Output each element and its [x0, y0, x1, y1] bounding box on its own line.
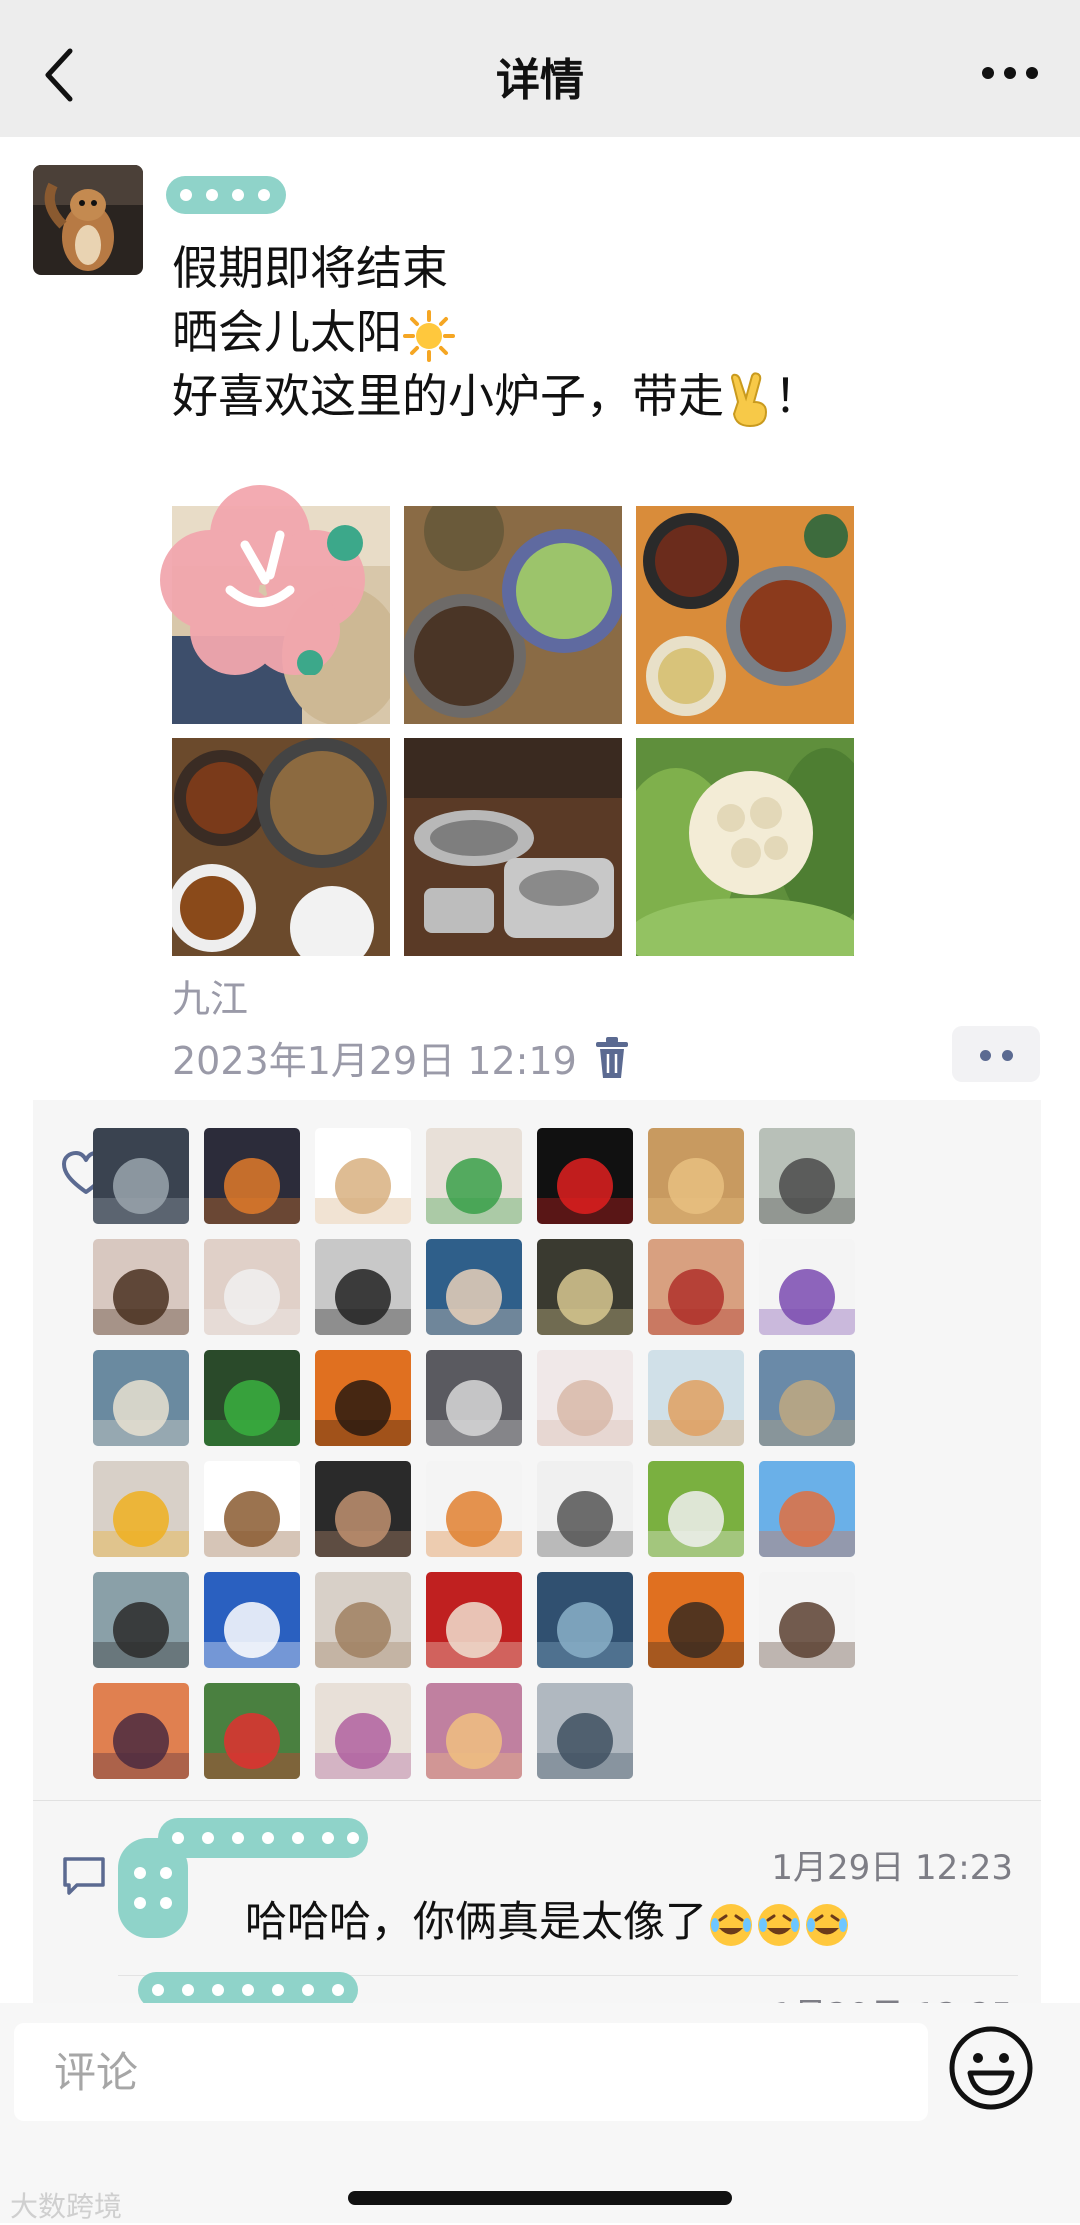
- liker-avatar[interactable]: [315, 1572, 411, 1668]
- photo-5[interactable]: [404, 738, 622, 956]
- liker-avatar[interactable]: [315, 1683, 411, 1779]
- liker-avatar[interactable]: [648, 1572, 744, 1668]
- liker-avatar[interactable]: [537, 1239, 633, 1335]
- comment-text[interactable]: 哈哈哈，你俩真是太像了: [245, 1888, 851, 1949]
- author-avatar[interactable]: [33, 165, 143, 275]
- comment-bar: 大数跨境: [0, 2003, 1080, 2223]
- liker-avatar[interactable]: [537, 1128, 633, 1224]
- post-line-3-end: ！: [774, 369, 820, 423]
- home-indicator: [348, 2191, 732, 2205]
- page-title: 详情: [496, 55, 584, 106]
- post-text: 假期即将结束 晒会儿太阳 好喜欢这里的小炉子，带走 ！: [172, 236, 820, 428]
- post-line-2: 晒会儿太阳: [172, 305, 402, 359]
- liker-avatar[interactable]: [204, 1461, 300, 1557]
- post-line-3: 好喜欢这里的小炉子，带走: [172, 369, 724, 423]
- laugh-cry-emoji-icon: [758, 1903, 801, 1946]
- nav-bar: 详情: [0, 0, 1080, 137]
- liker-avatar[interactable]: [204, 1572, 300, 1668]
- photo-6[interactable]: [636, 738, 854, 956]
- liker-avatar[interactable]: [93, 1572, 189, 1668]
- watermark-text: 大数跨境: [10, 2190, 123, 2223]
- liker-avatar[interactable]: [648, 1350, 744, 1446]
- likes-comments-panel: 1月29日 12:23 哈哈哈，你俩真是太像了 1月29日 12:25: [33, 1100, 1041, 2010]
- liker-avatar[interactable]: [426, 1239, 522, 1335]
- post-location[interactable]: 九江: [172, 968, 248, 1023]
- liker-avatar[interactable]: [648, 1461, 744, 1557]
- liker-avatar[interactable]: [537, 1461, 633, 1557]
- liker-avatar[interactable]: [315, 1350, 411, 1446]
- post-timestamp: 2023年1月29日 12:19: [172, 1039, 577, 1083]
- liker-avatar[interactable]: [426, 1350, 522, 1446]
- comment-input[interactable]: [14, 2023, 928, 2121]
- divider: [33, 1800, 1041, 1801]
- liker-avatar[interactable]: [759, 1239, 855, 1335]
- liker-avatar[interactable]: [537, 1683, 633, 1779]
- liker-avatar[interactable]: [93, 1128, 189, 1224]
- photo-2[interactable]: [404, 506, 622, 724]
- comment-time: 1月29日 12:23: [771, 1848, 1013, 1888]
- liker-avatar[interactable]: [315, 1128, 411, 1224]
- flower-sticker-icon: [160, 485, 365, 675]
- liker-avatar[interactable]: [204, 1350, 300, 1446]
- liker-avatar[interactable]: [93, 1350, 189, 1446]
- laugh-cry-emoji-icon: [710, 1903, 753, 1946]
- dot: [1002, 1050, 1013, 1061]
- liker-avatar[interactable]: [315, 1461, 411, 1557]
- liker-avatar[interactable]: [204, 1683, 300, 1779]
- emoji-smiley-icon[interactable]: [948, 2025, 1034, 2111]
- comment-body: 哈哈哈，你俩真是太像了: [245, 1897, 708, 1946]
- liker-avatar[interactable]: [426, 1683, 522, 1779]
- like-comment-menu-button[interactable]: [952, 1026, 1040, 1082]
- photo-3[interactable]: [636, 506, 854, 724]
- more-options-icon[interactable]: [980, 58, 1040, 88]
- sun-emoji-icon: [403, 309, 455, 362]
- liker-avatar[interactable]: [759, 1350, 855, 1446]
- liker-avatar[interactable]: [93, 1683, 189, 1779]
- victory-hand-emoji-icon: [730, 371, 768, 427]
- liker-avatar[interactable]: [204, 1239, 300, 1335]
- liker-avatar[interactable]: [759, 1572, 855, 1668]
- liker-avatar[interactable]: [759, 1128, 855, 1224]
- liker-avatar[interactable]: [93, 1461, 189, 1557]
- liker-avatar[interactable]: [426, 1128, 522, 1224]
- liker-avatar[interactable]: [204, 1128, 300, 1224]
- liker-avatar[interactable]: [315, 1239, 411, 1335]
- liker-avatar[interactable]: [93, 1239, 189, 1335]
- liker-avatar[interactable]: [537, 1350, 633, 1446]
- author-name-redacted[interactable]: [166, 170, 286, 220]
- trash-icon[interactable]: [592, 1036, 632, 1080]
- liker-avatar[interactable]: [759, 1461, 855, 1557]
- comment-bubble-icon: [63, 1857, 105, 1895]
- liker-avatar[interactable]: [537, 1572, 633, 1668]
- liker-avatar[interactable]: [648, 1239, 744, 1335]
- photo-4[interactable]: [172, 738, 390, 956]
- liker-avatar[interactable]: [426, 1572, 522, 1668]
- laugh-cry-emoji-icon: [806, 1903, 849, 1946]
- liker-avatar[interactable]: [426, 1461, 522, 1557]
- dot: [980, 1050, 991, 1061]
- post-line-1: 假期即将结束: [172, 241, 448, 295]
- liker-avatar[interactable]: [648, 1128, 744, 1224]
